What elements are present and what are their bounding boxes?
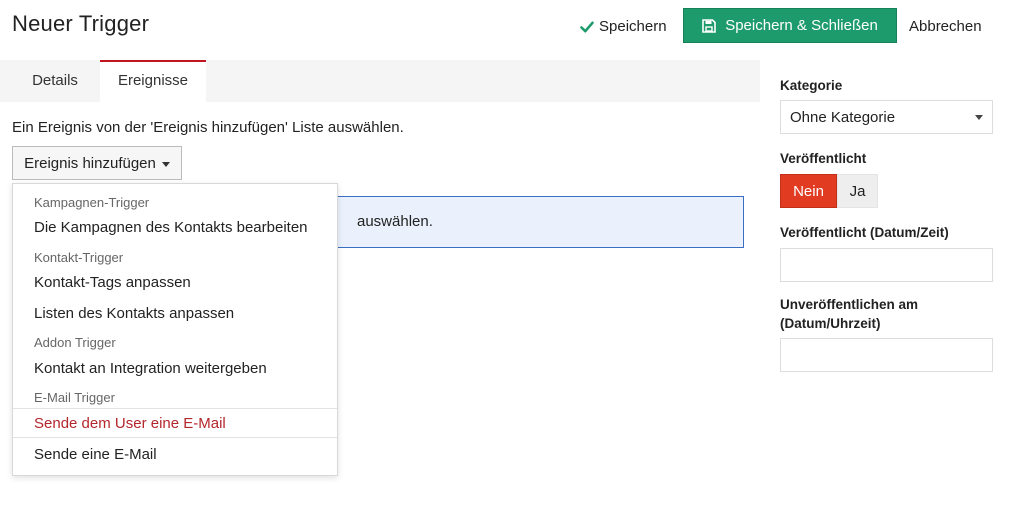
dropdown-item-adjust-lists[interactable]: Listen des Kontakts anpassen bbox=[13, 299, 337, 329]
check-icon bbox=[580, 21, 594, 33]
unpublish-date-label: Unveröffentlichen am bbox=[780, 297, 919, 312]
category-select[interactable]: Ohne Kategorie bbox=[780, 100, 993, 134]
top-bar: Neuer Trigger Speichern Speichern & Schl… bbox=[0, 0, 1010, 52]
dropdown-item-send-email[interactable]: Sende eine E-Mail bbox=[13, 440, 337, 470]
tab-bar: Details Ereignisse bbox=[0, 60, 760, 102]
add-event-label: Ereignis hinzufügen bbox=[24, 154, 156, 172]
tab-details[interactable]: Details bbox=[12, 60, 98, 102]
dropdown-group-header: Kontakt-Trigger bbox=[34, 250, 124, 265]
save-and-close-label: Speichern & Schließen bbox=[725, 17, 878, 34]
dropdown-group-header: E-Mail Trigger bbox=[34, 390, 115, 405]
dropdown-item-email-user[interactable]: Sende dem User eine E-Mail bbox=[13, 408, 337, 438]
published-label: Veröffentlicht bbox=[780, 151, 867, 166]
unpublish-date-label-sub: (Datum/Uhrzeit) bbox=[780, 316, 881, 331]
chevron-down-icon bbox=[975, 115, 983, 120]
caret-down-icon bbox=[161, 161, 170, 167]
save-button[interactable]: Speichern bbox=[580, 14, 667, 40]
dropdown-item-edit-campaigns[interactable]: Die Kampagnen des Kontakts bearbeiten bbox=[13, 213, 337, 243]
cancel-button[interactable]: Abbrechen bbox=[909, 14, 982, 40]
publish-date-label: Veröffentlicht (Datum/Zeit) bbox=[780, 225, 949, 240]
add-event-button[interactable]: Ereignis hinzufügen bbox=[12, 146, 182, 180]
published-yes-button[interactable]: Ja bbox=[837, 174, 878, 208]
event-dropdown-menu: Kampagnen-Trigger Die Kampagnen des Kont… bbox=[12, 183, 338, 476]
publish-date-input[interactable] bbox=[780, 248, 993, 282]
unpublish-date-input[interactable] bbox=[780, 338, 993, 372]
dropdown-item-push-integration[interactable]: Kontakt an Integration weitergeben bbox=[13, 354, 337, 384]
floppy-disk-icon bbox=[702, 18, 717, 33]
info-text: auswählen. bbox=[357, 213, 433, 230]
save-and-close-button[interactable]: Speichern & Schließen bbox=[683, 8, 897, 43]
category-label: Kategorie bbox=[780, 78, 843, 93]
dropdown-item-adjust-tags[interactable]: Kontakt-Tags anpassen bbox=[13, 268, 337, 298]
events-instruction: Ein Ereignis von der 'Ereignis hinzufüge… bbox=[12, 119, 404, 136]
page-title: Neuer Trigger bbox=[12, 11, 150, 36]
dropdown-group-header: Addon Trigger bbox=[34, 335, 116, 350]
dropdown-group-header: Kampagnen-Trigger bbox=[34, 195, 150, 210]
tab-events[interactable]: Ereignisse bbox=[100, 60, 206, 102]
category-value: Ohne Kategorie bbox=[790, 109, 896, 126]
save-button-label: Speichern bbox=[599, 18, 667, 35]
published-no-button[interactable]: Nein bbox=[780, 174, 837, 208]
